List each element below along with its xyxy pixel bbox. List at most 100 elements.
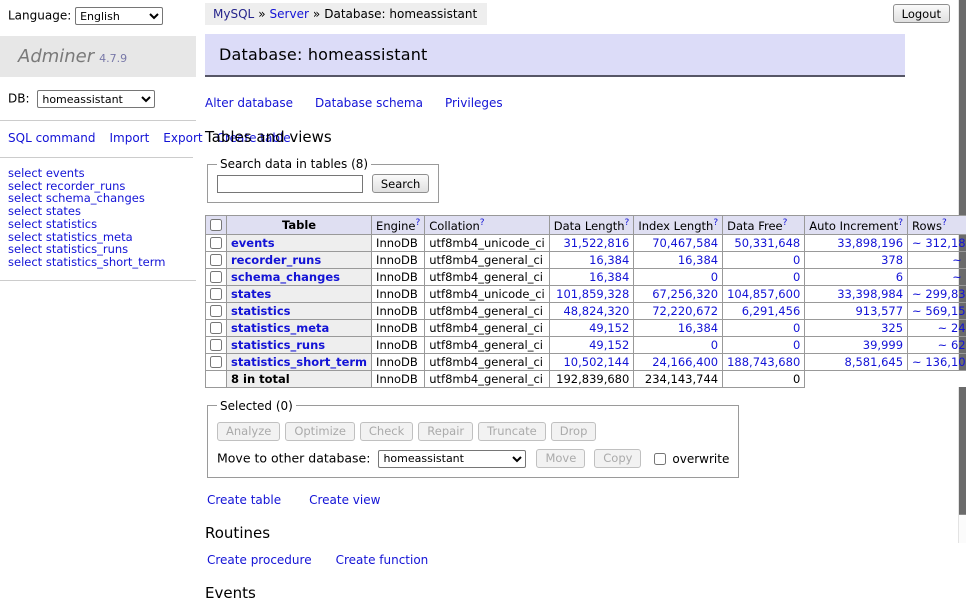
row-checkbox[interactable] — [210, 254, 222, 266]
collation-cell: utf8mb4_general_ci — [425, 302, 550, 319]
repair-button[interactable]: Repair — [418, 422, 473, 441]
collation-cell: utf8mb4_unicode_ci — [425, 234, 550, 251]
row-checkbox[interactable] — [210, 322, 222, 334]
language-select[interactable]: English — [75, 7, 163, 25]
table-row: recorder_runsInnoDButf8mb4_general_ci16,… — [206, 251, 966, 268]
auto-increment-cell: 378 — [805, 251, 908, 268]
overwrite-label: overwrite — [672, 452, 729, 466]
routine-link-create-function[interactable]: Create function — [336, 553, 429, 567]
optimize-button[interactable]: Optimize — [285, 422, 355, 441]
table-name-link[interactable]: statistics_short_term — [231, 355, 367, 369]
data-free-cell: 0 — [723, 336, 805, 353]
sidebar-select-link[interactable]: select statistics — [8, 218, 196, 231]
copy-button[interactable]: Copy — [594, 449, 641, 468]
index-length-cell: 72,220,672 — [634, 302, 723, 319]
truncate-button[interactable]: Truncate — [478, 422, 546, 441]
row-checkbox[interactable] — [210, 271, 222, 283]
collation-cell: utf8mb4_general_ci — [425, 319, 550, 336]
db-link-database-schema[interactable]: Database schema — [315, 96, 423, 110]
adminer-logo: Adminer — [18, 46, 94, 67]
column-header-label: Data Free — [727, 219, 783, 233]
drop-button[interactable]: Drop — [551, 422, 597, 441]
table-name-cell: events — [227, 234, 372, 251]
sidebar-select-link[interactable]: select states — [8, 205, 196, 218]
sidebar-action-export[interactable]: Export — [163, 131, 202, 145]
total-engine-cell: InnoDB — [372, 370, 425, 387]
db-link-privileges[interactable]: Privileges — [445, 96, 503, 110]
column-hint-link[interactable]: ? — [625, 218, 630, 228]
row-checkbox-cell — [206, 336, 227, 353]
table-name-link[interactable]: events — [231, 236, 275, 250]
search-legend: Search data in tables (8) — [217, 157, 371, 171]
rows-estimate-cell: ~ 569,159 — [908, 302, 966, 319]
auto-increment-cell: 8,581,645 — [805, 353, 908, 370]
column-hint-link[interactable]: ? — [783, 218, 788, 228]
select-all-checkbox[interactable] — [210, 219, 222, 231]
move-button[interactable]: Move — [536, 449, 585, 468]
search-button[interactable]: Search — [372, 174, 430, 193]
data-free-cell: 6,291,456 — [723, 302, 805, 319]
table-row: statistics_short_termInnoDButf8mb4_gener… — [206, 353, 966, 370]
row-checkbox-cell — [206, 268, 227, 285]
sidebar-action-import[interactable]: Import — [109, 131, 149, 145]
main-content: MySQL»Server»Database: homeassistant Dat… — [205, 0, 905, 602]
breadcrumb-separator: » — [313, 7, 320, 21]
sidebar-table-links: select eventsselect recorder_runsselect … — [0, 158, 196, 281]
table-name-link[interactable]: statistics — [231, 304, 291, 318]
row-checkbox[interactable] — [210, 288, 222, 300]
sidebar-select-link[interactable]: select events — [8, 167, 196, 180]
tables-overview-table: TableEngine?Collation?Data Length?Index … — [205, 215, 966, 388]
row-checkbox[interactable] — [210, 237, 222, 249]
data-length-cell: 16,384 — [549, 268, 634, 285]
total-label-cell: 8 in total — [227, 370, 372, 387]
db-link-alter-database[interactable]: Alter database — [205, 96, 293, 110]
row-checkbox[interactable] — [210, 339, 222, 351]
total-blank-cell — [908, 370, 966, 387]
table-name-link[interactable]: states — [231, 287, 271, 301]
check-button[interactable]: Check — [360, 422, 413, 441]
adminer-version[interactable]: 4.7.9 — [99, 52, 127, 65]
table-name-link[interactable]: statistics_meta — [231, 321, 329, 335]
column-hint-link[interactable]: ? — [415, 218, 420, 228]
row-checkbox-cell — [206, 234, 227, 251]
language-row: Language: English — [0, 0, 196, 31]
move-db-select[interactable]: homeassistant — [378, 450, 526, 468]
sidebar-select-link[interactable]: select statistics_short_term — [8, 256, 196, 269]
routines-heading: Routines — [205, 524, 905, 542]
table-name-link[interactable]: recorder_runs — [231, 253, 321, 267]
sidebar-action-sql-command[interactable]: SQL command — [8, 131, 95, 145]
search-input[interactable] — [217, 175, 363, 193]
row-checkbox-cell — [206, 353, 227, 370]
breadcrumb-mysql-link[interactable]: MySQL — [213, 7, 254, 21]
table-name-link[interactable]: statistics_runs — [231, 338, 325, 352]
page-title: Database: homeassistant — [219, 45, 905, 64]
collation-cell: utf8mb4_unicode_ci — [425, 285, 550, 302]
create-link-create-view[interactable]: Create view — [309, 493, 380, 507]
routine-link-create-procedure[interactable]: Create procedure — [207, 553, 312, 567]
analyze-button[interactable]: Analyze — [217, 422, 280, 441]
table-name-link[interactable]: schema_changes — [231, 270, 340, 284]
column-hint-link[interactable]: ? — [942, 218, 947, 228]
column-hint-link[interactable]: ? — [713, 218, 718, 228]
data-length-cell: 31,522,816 — [549, 234, 634, 251]
engine-cell: InnoDB — [372, 319, 425, 336]
row-checkbox[interactable] — [210, 305, 222, 317]
table-row: statistics_runsInnoDButf8mb4_general_ci4… — [206, 336, 966, 353]
column-header-auto-increment: Auto Increment? — [805, 216, 908, 235]
index-length-cell: 70,467,584 — [634, 234, 723, 251]
breadcrumb-server-link[interactable]: Server — [270, 7, 309, 21]
move-row: Move to other database: homeassistant Mo… — [217, 449, 729, 468]
column-hint-link[interactable]: ? — [480, 218, 485, 228]
overwrite-checkbox[interactable] — [654, 453, 666, 465]
table-row: statesInnoDButf8mb4_unicode_ci101,859,32… — [206, 285, 966, 302]
table-name-cell: recorder_runs — [227, 251, 372, 268]
row-checkbox[interactable] — [210, 356, 222, 368]
index-length-cell: 24,166,400 — [634, 353, 723, 370]
data-free-cell: 0 — [723, 251, 805, 268]
column-hint-link[interactable]: ? — [898, 218, 903, 228]
data-free-cell: 104,857,600 — [723, 285, 805, 302]
collation-cell: utf8mb4_general_ci — [425, 268, 550, 285]
column-header-label: Collation — [429, 219, 480, 233]
db-select[interactable]: homeassistant — [37, 90, 155, 108]
create-link-create-table[interactable]: Create table — [207, 493, 281, 507]
